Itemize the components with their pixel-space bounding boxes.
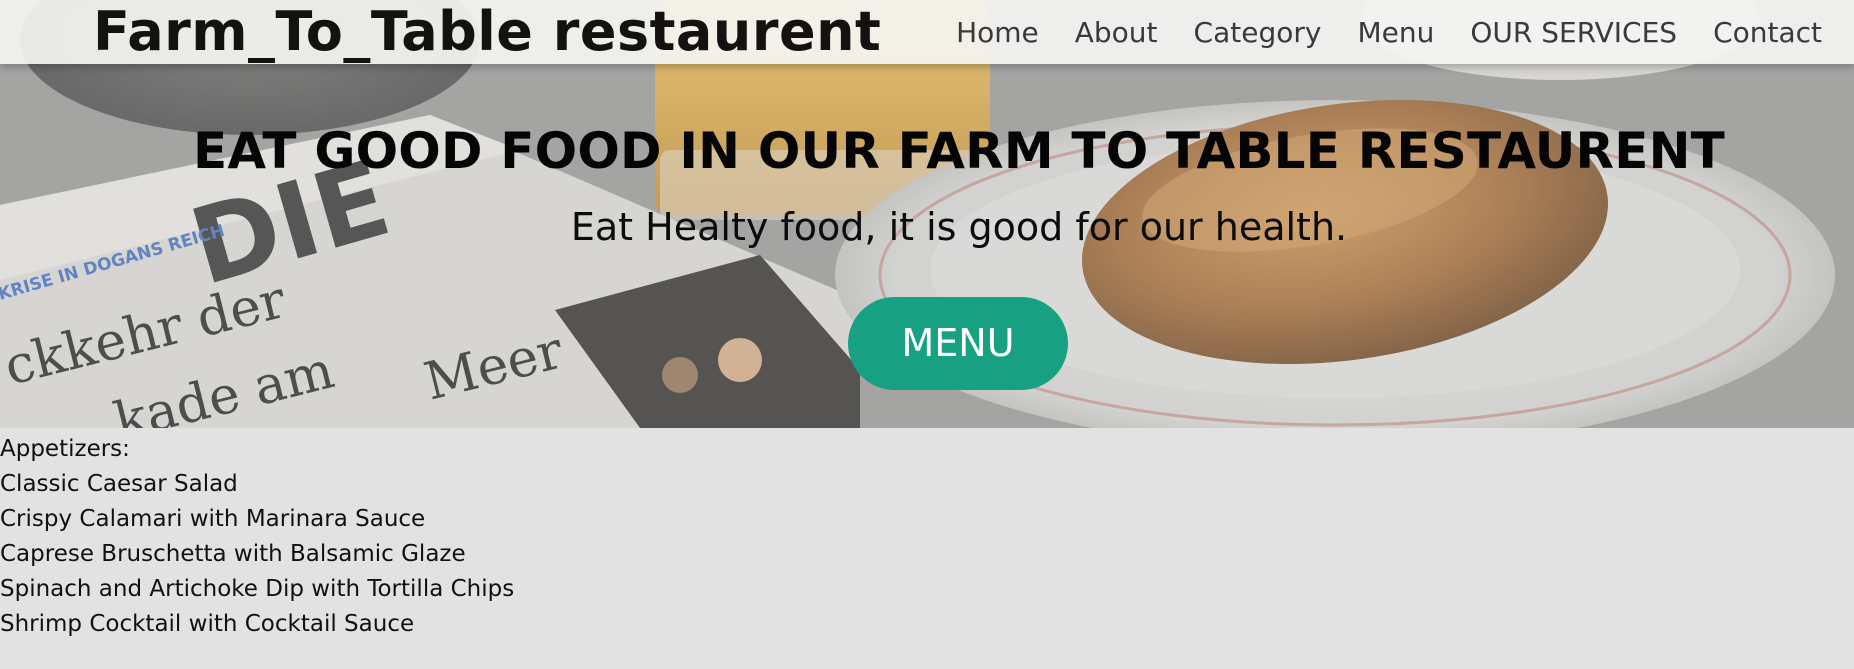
list-item: Crispy Calamari with Marinara Sauce xyxy=(0,506,426,532)
menu-button[interactable]: MENU xyxy=(848,297,1068,390)
appetizers-list: Classic Caesar Salad Crispy Calamari wit… xyxy=(0,467,514,642)
list-item: Classic Caesar Salad xyxy=(0,471,238,497)
nav-link-category[interactable]: Category xyxy=(1194,16,1322,49)
list-item: Shrimp Cocktail with Cocktail Sauce xyxy=(0,611,415,637)
appetizers-section: Appetizers: Classic Caesar Salad Crispy … xyxy=(0,432,514,642)
hero-section: DIE KRISE IN DOGANS REICH ckkehr der kad… xyxy=(0,0,1854,428)
brand-logo[interactable]: Farm_To_Table restaurent xyxy=(93,2,881,62)
hero-subtitle: Eat Healty food, it is good for our heal… xyxy=(570,205,1348,249)
list-item: Spinach and Artichoke Dip with Tortilla … xyxy=(0,576,515,602)
nav-link-our-services[interactable]: OUR SERVICES xyxy=(1470,16,1677,49)
nav-link-menu[interactable]: Menu xyxy=(1357,16,1434,49)
nav-link-home[interactable]: Home xyxy=(956,16,1039,49)
nav-link-about[interactable]: About xyxy=(1075,16,1158,49)
hero-title: EAT GOOD FOOD IN OUR FARM TO TABLE RESTA… xyxy=(193,122,1725,180)
nav-link-contact[interactable]: Contact xyxy=(1713,16,1822,49)
list-item: Caprese Bruschetta with Balsamic Glaze xyxy=(0,541,466,567)
nav-links: Home About Category Menu OUR SERVICES Co… xyxy=(956,0,1822,64)
appetizers-heading: Appetizers: xyxy=(0,436,130,462)
navbar: Farm_To_Table restaurent Home About Cate… xyxy=(0,0,1854,64)
